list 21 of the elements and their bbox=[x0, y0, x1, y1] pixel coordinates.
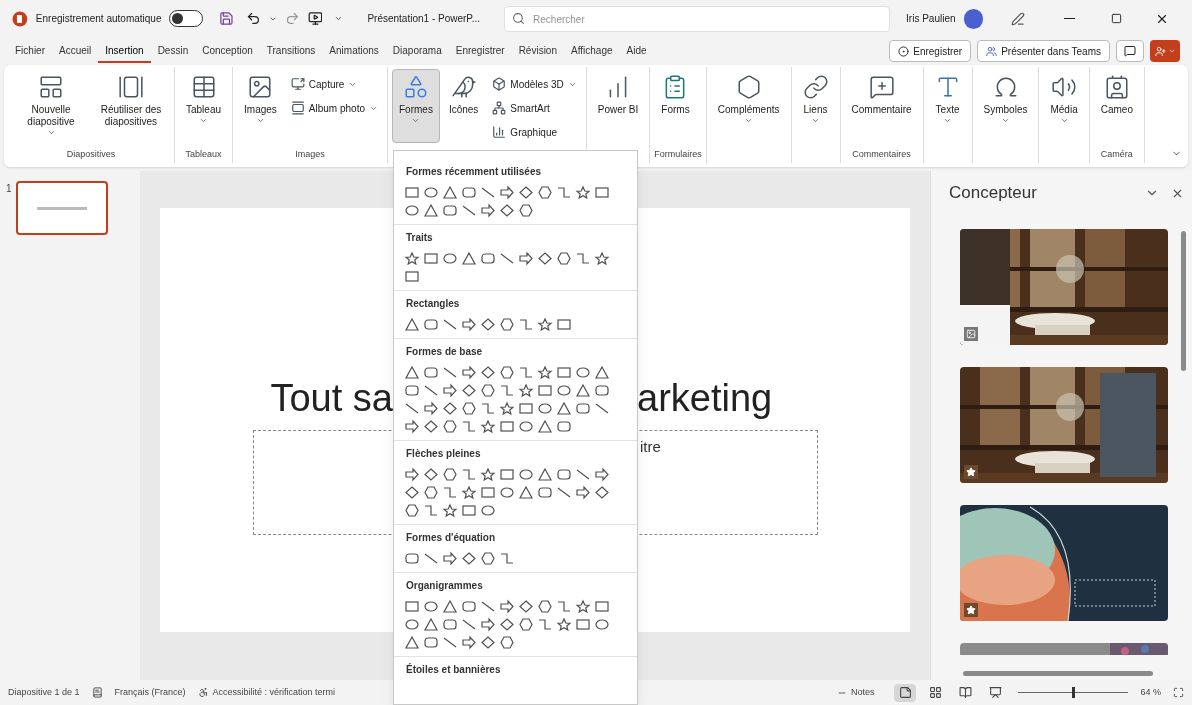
user-name: Iris Paulien bbox=[906, 12, 956, 26]
group-label: Images bbox=[295, 148, 325, 162]
group-label: Caméra bbox=[1100, 148, 1133, 162]
section-heading: Flèches pleines bbox=[406, 446, 481, 461]
group-label: Formulaires bbox=[654, 148, 702, 162]
group-label: Tableaux bbox=[185, 148, 222, 162]
pane-title: Concepteur bbox=[949, 182, 1037, 205]
section-heading: Formes de base bbox=[406, 344, 483, 359]
section-heading: Formes récemment utilisées bbox=[406, 164, 542, 179]
window-title: Présentation1 - PowerP... bbox=[367, 12, 482, 26]
subtitle-text: itre bbox=[640, 438, 661, 455]
section-heading: Traits bbox=[406, 230, 433, 245]
group-label: Commentaires bbox=[852, 148, 911, 162]
section-heading: Rectangles bbox=[406, 296, 460, 311]
autosave-label: Enregistrement automatique bbox=[35, 12, 162, 26]
section-heading: Étoiles et bannières bbox=[406, 662, 501, 677]
section-heading: Organigrammes bbox=[406, 578, 483, 593]
section-heading: Formes d'équation bbox=[406, 530, 496, 545]
group-label: Diapositives bbox=[66, 148, 116, 162]
slide-count: Diapositive 1 de 1 bbox=[8, 685, 80, 699]
slide-number: 1 bbox=[6, 182, 12, 196]
